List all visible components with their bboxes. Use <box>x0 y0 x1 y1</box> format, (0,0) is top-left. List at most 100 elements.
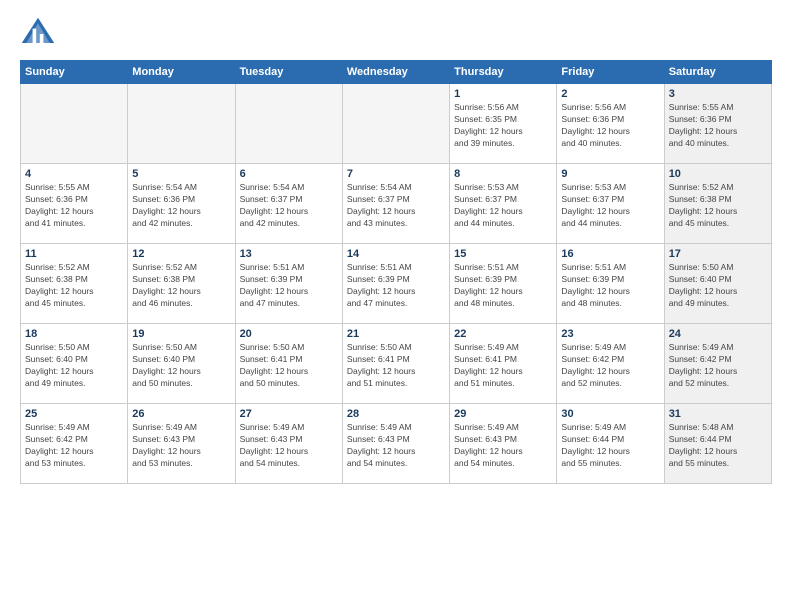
calendar-cell: 28 Sunrise: 5:49 AM Sunset: 6:43 PM Dayli… <box>342 404 449 484</box>
col-header-wednesday: Wednesday <box>342 61 449 84</box>
day-number: 27 <box>240 408 338 420</box>
day-info: Sunrise: 5:51 AM Sunset: 6:39 PM Dayligh… <box>240 262 338 310</box>
day-info: Sunrise: 5:50 AM Sunset: 6:41 PM Dayligh… <box>240 342 338 390</box>
day-number: 8 <box>454 168 552 180</box>
calendar-cell: 13 Sunrise: 5:51 AM Sunset: 6:39 PM Dayli… <box>235 244 342 324</box>
calendar-cell: 15 Sunrise: 5:51 AM Sunset: 6:39 PM Dayli… <box>450 244 557 324</box>
day-number: 12 <box>132 248 230 260</box>
header <box>20 16 772 52</box>
day-number: 15 <box>454 248 552 260</box>
day-number: 25 <box>25 408 123 420</box>
calendar-cell: 8 Sunrise: 5:53 AM Sunset: 6:37 PM Daylig… <box>450 164 557 244</box>
day-info: Sunrise: 5:56 AM Sunset: 6:35 PM Dayligh… <box>454 102 552 150</box>
day-number: 29 <box>454 408 552 420</box>
day-info: Sunrise: 5:54 AM Sunset: 6:37 PM Dayligh… <box>240 182 338 230</box>
day-info: Sunrise: 5:55 AM Sunset: 6:36 PM Dayligh… <box>25 182 123 230</box>
week-row: 1Sunrise: 5:56 AM Sunset: 6:35 PM Daylig… <box>21 84 772 164</box>
day-info: Sunrise: 5:49 AM Sunset: 6:43 PM Dayligh… <box>240 422 338 470</box>
day-number: 13 <box>240 248 338 260</box>
day-info: Sunrise: 5:50 AM Sunset: 6:40 PM Dayligh… <box>25 342 123 390</box>
day-number: 28 <box>347 408 445 420</box>
calendar-cell: 21 Sunrise: 5:50 AM Sunset: 6:41 PM Dayli… <box>342 324 449 404</box>
week-row: 25 Sunrise: 5:49 AM Sunset: 6:42 PM Dayli… <box>21 404 772 484</box>
day-number: 24 <box>669 328 767 340</box>
day-number: 2 <box>561 88 659 100</box>
day-info: Sunrise: 5:49 AM Sunset: 6:41 PM Dayligh… <box>454 342 552 390</box>
col-header-monday: Monday <box>128 61 235 84</box>
calendar-cell: 7 Sunrise: 5:54 AM Sunset: 6:37 PM Daylig… <box>342 164 449 244</box>
calendar-cell: 6 Sunrise: 5:54 AM Sunset: 6:37 PM Daylig… <box>235 164 342 244</box>
calendar-cell: 22 Sunrise: 5:49 AM Sunset: 6:41 PM Dayli… <box>450 324 557 404</box>
day-number: 4 <box>25 168 123 180</box>
calendar-cell <box>21 84 128 164</box>
week-row: 11 Sunrise: 5:52 AM Sunset: 6:38 PM Dayli… <box>21 244 772 324</box>
calendar-cell: 26Sunrise: 5:49 AM Sunset: 6:43 PM Dayli… <box>128 404 235 484</box>
day-number: 6 <box>240 168 338 180</box>
calendar-cell: 10 Sunrise: 5:52 AM Sunset: 6:38 PM Dayli… <box>664 164 771 244</box>
logo <box>20 16 60 52</box>
calendar-cell: 20 Sunrise: 5:50 AM Sunset: 6:41 PM Dayli… <box>235 324 342 404</box>
col-header-thursday: Thursday <box>450 61 557 84</box>
col-header-sunday: Sunday <box>21 61 128 84</box>
day-number: 16 <box>561 248 659 260</box>
day-info: Sunrise: 5:52 AM Sunset: 6:38 PM Dayligh… <box>132 262 230 310</box>
calendar-cell: 4 Sunrise: 5:55 AM Sunset: 6:36 PM Daylig… <box>21 164 128 244</box>
day-info: Sunrise: 5:56 AM Sunset: 6:36 PM Dayligh… <box>561 102 659 150</box>
day-number: 9 <box>561 168 659 180</box>
calendar-cell: 1Sunrise: 5:56 AM Sunset: 6:35 PM Daylig… <box>450 84 557 164</box>
day-number: 22 <box>454 328 552 340</box>
day-info: Sunrise: 5:49 AM Sunset: 6:42 PM Dayligh… <box>669 342 767 390</box>
calendar-cell: 5 Sunrise: 5:54 AM Sunset: 6:36 PM Daylig… <box>128 164 235 244</box>
day-number: 20 <box>240 328 338 340</box>
calendar-cell: 18 Sunrise: 5:50 AM Sunset: 6:40 PM Dayli… <box>21 324 128 404</box>
day-number: 14 <box>347 248 445 260</box>
day-info: Sunrise: 5:49 AM Sunset: 6:43 PM Dayligh… <box>347 422 445 470</box>
day-info: Sunrise: 5:53 AM Sunset: 6:37 PM Dayligh… <box>454 182 552 230</box>
day-number: 21 <box>347 328 445 340</box>
day-info: Sunrise: 5:54 AM Sunset: 6:36 PM Dayligh… <box>132 182 230 230</box>
page: SundayMondayTuesdayWednesdayThursdayFrid… <box>0 0 792 612</box>
day-number: 7 <box>347 168 445 180</box>
day-info: Sunrise: 5:53 AM Sunset: 6:37 PM Dayligh… <box>561 182 659 230</box>
calendar-cell: 29Sunrise: 5:49 AM Sunset: 6:43 PM Dayli… <box>450 404 557 484</box>
day-info: Sunrise: 5:49 AM Sunset: 6:42 PM Dayligh… <box>25 422 123 470</box>
calendar-cell: 12 Sunrise: 5:52 AM Sunset: 6:38 PM Dayli… <box>128 244 235 324</box>
calendar-cell: 23 Sunrise: 5:49 AM Sunset: 6:42 PM Dayli… <box>557 324 664 404</box>
col-header-friday: Friday <box>557 61 664 84</box>
calendar-cell: 31 Sunrise: 5:48 AM Sunset: 6:44 PM Dayli… <box>664 404 771 484</box>
day-info: Sunrise: 5:48 AM Sunset: 6:44 PM Dayligh… <box>669 422 767 470</box>
calendar-cell <box>342 84 449 164</box>
day-number: 30 <box>561 408 659 420</box>
calendar-table: SundayMondayTuesdayWednesdayThursdayFrid… <box>20 60 772 484</box>
day-info: Sunrise: 5:49 AM Sunset: 6:42 PM Dayligh… <box>561 342 659 390</box>
day-info: Sunrise: 5:50 AM Sunset: 6:40 PM Dayligh… <box>132 342 230 390</box>
week-row: 18 Sunrise: 5:50 AM Sunset: 6:40 PM Dayli… <box>21 324 772 404</box>
col-header-tuesday: Tuesday <box>235 61 342 84</box>
day-info: Sunrise: 5:51 AM Sunset: 6:39 PM Dayligh… <box>347 262 445 310</box>
calendar-cell: 27 Sunrise: 5:49 AM Sunset: 6:43 PM Dayli… <box>235 404 342 484</box>
day-number: 18 <box>25 328 123 340</box>
day-number: 11 <box>25 248 123 260</box>
day-info: Sunrise: 5:50 AM Sunset: 6:40 PM Dayligh… <box>669 262 767 310</box>
logo-icon <box>20 16 56 52</box>
day-info: Sunrise: 5:51 AM Sunset: 6:39 PM Dayligh… <box>561 262 659 310</box>
day-number: 5 <box>132 168 230 180</box>
day-number: 23 <box>561 328 659 340</box>
day-number: 17 <box>669 248 767 260</box>
col-header-saturday: Saturday <box>664 61 771 84</box>
day-info: Sunrise: 5:54 AM Sunset: 6:37 PM Dayligh… <box>347 182 445 230</box>
calendar-cell: 16 Sunrise: 5:51 AM Sunset: 6:39 PM Dayli… <box>557 244 664 324</box>
day-info: Sunrise: 5:52 AM Sunset: 6:38 PM Dayligh… <box>669 182 767 230</box>
calendar-cell: 24 Sunrise: 5:49 AM Sunset: 6:42 PM Dayli… <box>664 324 771 404</box>
day-number: 31 <box>669 408 767 420</box>
day-number: 10 <box>669 168 767 180</box>
calendar-cell: 9 Sunrise: 5:53 AM Sunset: 6:37 PM Daylig… <box>557 164 664 244</box>
calendar-cell: 17 Sunrise: 5:50 AM Sunset: 6:40 PM Dayli… <box>664 244 771 324</box>
day-info: Sunrise: 5:52 AM Sunset: 6:38 PM Dayligh… <box>25 262 123 310</box>
day-info: Sunrise: 5:50 AM Sunset: 6:41 PM Dayligh… <box>347 342 445 390</box>
calendar-cell: 11 Sunrise: 5:52 AM Sunset: 6:38 PM Dayli… <box>21 244 128 324</box>
day-info: Sunrise: 5:51 AM Sunset: 6:39 PM Dayligh… <box>454 262 552 310</box>
day-info: Sunrise: 5:55 AM Sunset: 6:36 PM Dayligh… <box>669 102 767 150</box>
day-number: 19 <box>132 328 230 340</box>
calendar-cell: 2 Sunrise: 5:56 AM Sunset: 6:36 PM Daylig… <box>557 84 664 164</box>
